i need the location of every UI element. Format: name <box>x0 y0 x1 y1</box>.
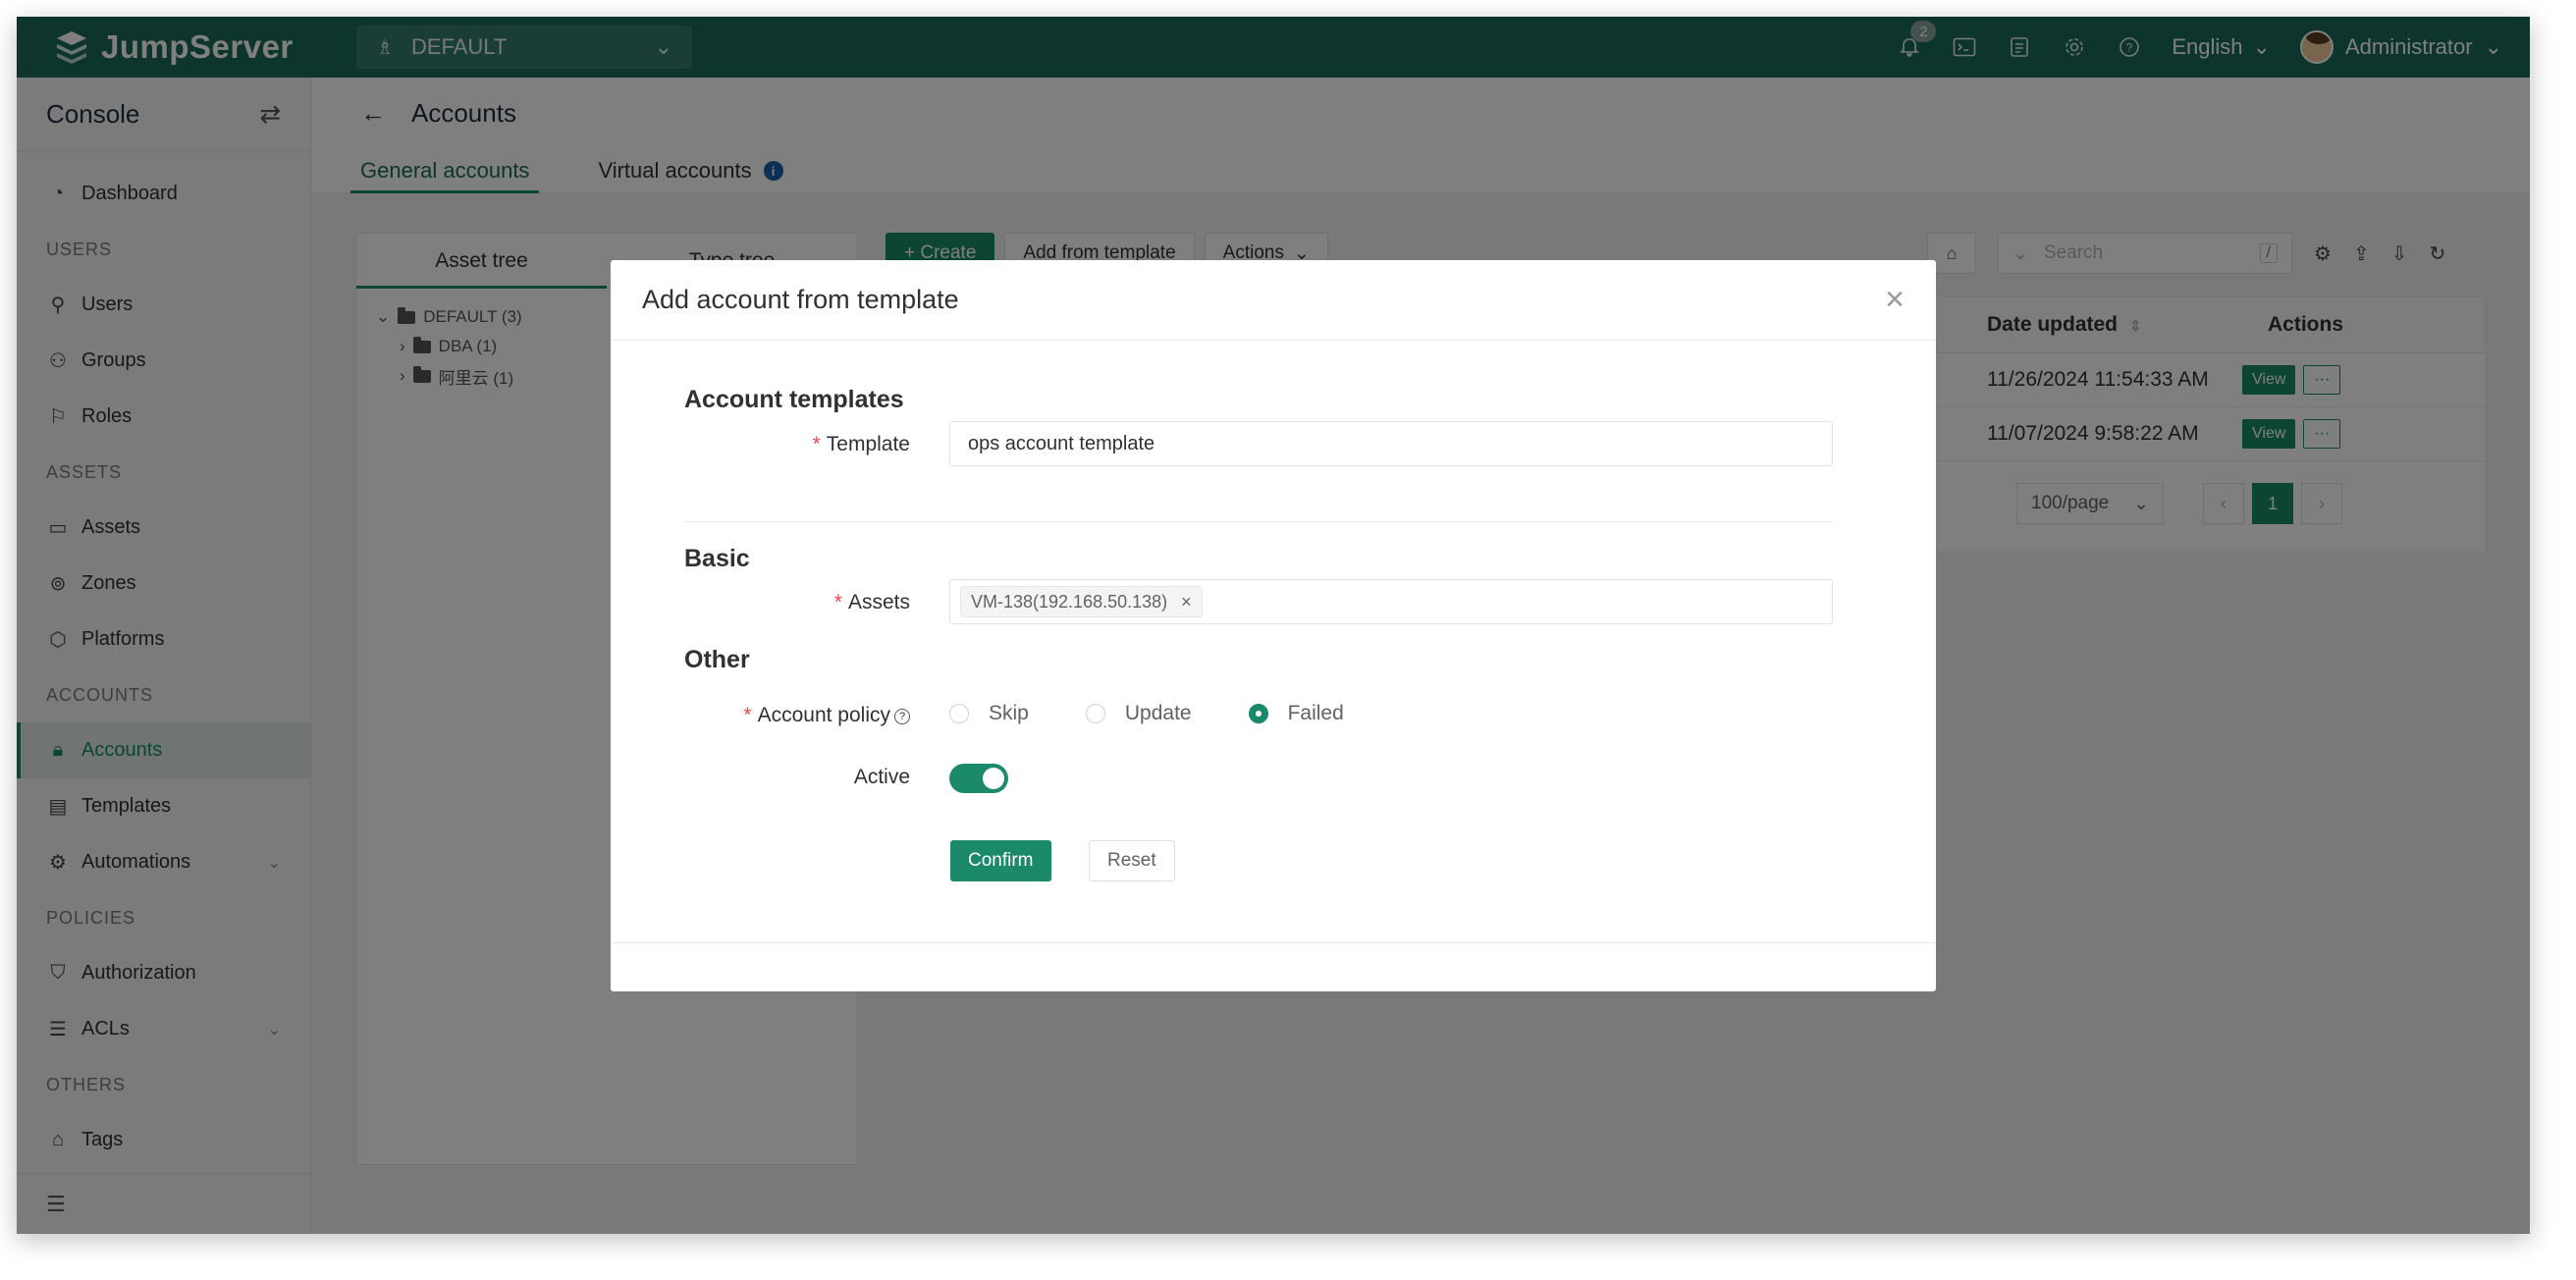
radio-failed[interactable]: Failed <box>1248 702 1344 725</box>
section-basic: Basic <box>684 545 750 572</box>
app-window: JumpServer ♗ DEFAULT ⌄ 2 ? <box>17 17 2530 1234</box>
close-icon[interactable]: × <box>1885 281 1905 319</box>
label-text: Template <box>826 433 910 455</box>
label-text: Account policy <box>757 704 890 726</box>
asset-chip-label: VM-138(192.168.50.138) <box>971 591 1168 612</box>
label-text: Assets <box>847 591 910 613</box>
section-other: Other <box>684 646 750 673</box>
section-account-templates: Account templates <box>684 386 904 413</box>
account-policy-radio-group: Skip Update Failed <box>949 702 1401 725</box>
asset-chip: VM-138(192.168.50.138) × <box>960 586 1203 617</box>
radio-circle <box>1085 704 1105 723</box>
radio-update[interactable]: Update <box>1085 702 1192 725</box>
radio-circle-checked <box>1248 704 1268 723</box>
confirm-button[interactable]: Confirm <box>950 840 1051 881</box>
radio-label: Skip <box>989 702 1029 724</box>
divider <box>684 521 1833 522</box>
account-policy-label: * Account policy? <box>743 704 910 727</box>
dialog-header: Add account from template × <box>611 260 1936 341</box>
assets-label: * Assets <box>834 591 910 614</box>
active-label: Active <box>853 766 910 788</box>
dialog-footer <box>611 942 1936 991</box>
dialog-title: Add account from template <box>642 285 959 314</box>
radio-skip[interactable]: Skip <box>949 702 1029 725</box>
template-label: * Template <box>813 433 910 456</box>
template-value: ops account template <box>968 432 1155 454</box>
assets-select[interactable]: VM-138(192.168.50.138) × <box>949 579 1833 624</box>
help-icon[interactable]: ? <box>894 709 910 724</box>
radio-label: Failed <box>1287 702 1344 724</box>
template-select[interactable]: ops account template <box>949 421 1833 466</box>
active-toggle[interactable] <box>949 764 1008 793</box>
radio-circle <box>949 704 969 723</box>
radio-label: Update <box>1124 702 1192 724</box>
reset-button[interactable]: Reset <box>1089 840 1175 881</box>
required-mark: * <box>833 591 842 613</box>
required-mark: * <box>812 433 821 455</box>
required-mark: * <box>743 704 752 726</box>
add-account-from-template-dialog: Add account from template × Account temp… <box>611 260 1936 991</box>
remove-chip-icon[interactable]: × <box>1181 592 1192 613</box>
